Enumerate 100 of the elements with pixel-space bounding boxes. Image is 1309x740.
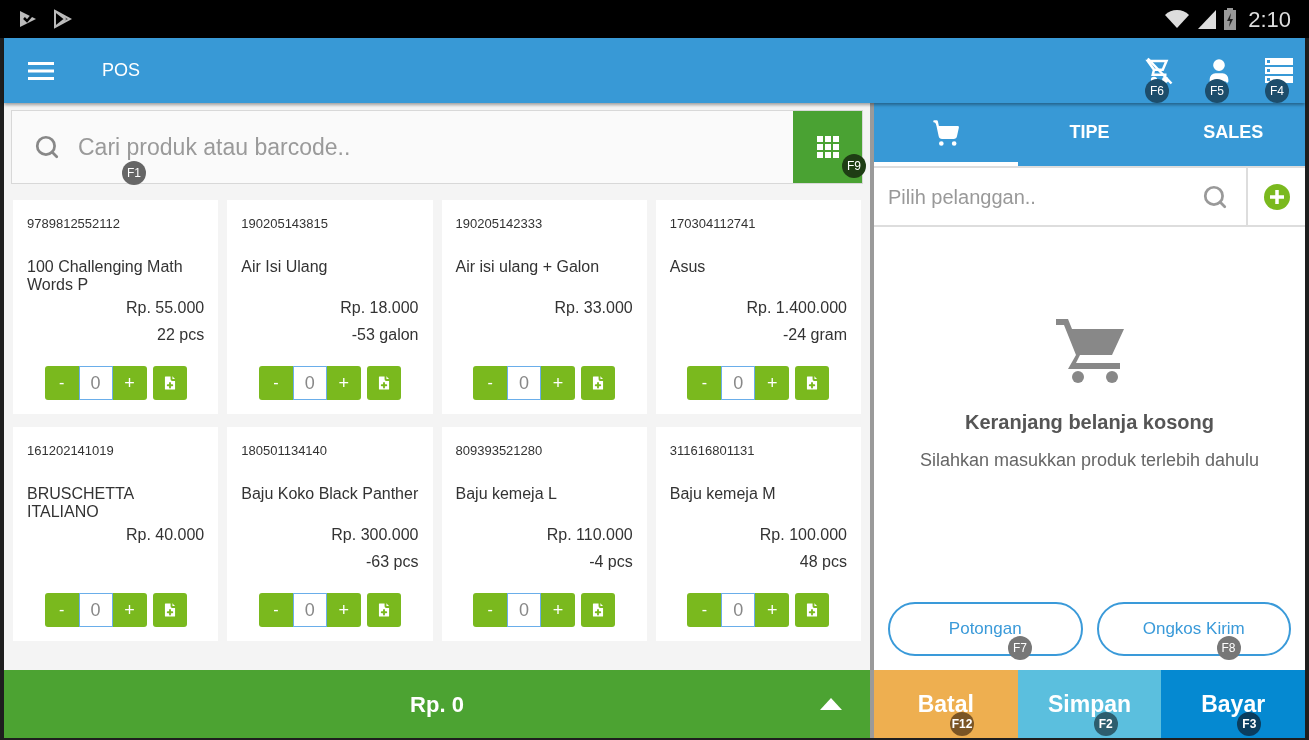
add-note-button[interactable] xyxy=(795,366,830,400)
decrease-button[interactable]: - xyxy=(44,593,79,627)
increase-button[interactable]: + xyxy=(326,593,361,627)
product-card[interactable]: 311616801131 Baju kemeja M Rp. 100.000 48 pcs - 0 + xyxy=(655,427,861,641)
product-name: Baju kemeja L xyxy=(455,485,558,504)
product-stock: 48 pcs xyxy=(799,552,847,572)
increase-button[interactable]: + xyxy=(112,593,147,627)
product-card[interactable]: 809393521280 Baju kemeja L Rp. 110.000 -4 pcs - 0 + xyxy=(441,427,647,641)
decrease-button[interactable]: - xyxy=(258,366,293,400)
total-amount: Rp. 0 xyxy=(410,690,464,719)
quantity-field[interactable]: 0 xyxy=(507,593,542,627)
cancel-button[interactable]: Batal F12 xyxy=(874,670,1018,738)
pay-button[interactable]: Bayar F3 xyxy=(1161,670,1305,738)
product-price: Rp. 55.000 xyxy=(125,298,205,318)
decrease-button[interactable]: - xyxy=(473,593,508,627)
customer-placeholder: Pilih pelanggan.. xyxy=(888,184,1037,210)
quantity-field[interactable]: 0 xyxy=(507,366,542,400)
search-icon xyxy=(1202,183,1228,210)
product-card[interactable]: 180501134140 Baju Koko Black Panther Rp. 300.000 -63 pcs - 0 + xyxy=(227,427,433,641)
decrease-button[interactable]: - xyxy=(258,593,293,627)
hotkey-badge: F12 xyxy=(950,712,974,736)
product-name: 100 Challenging Math Words P xyxy=(27,258,184,294)
product-stock: -4 pcs xyxy=(589,552,633,572)
product-card[interactable]: 190205143815 Air Isi Ulang Rp. 18.000 -53 galon - 0 + xyxy=(227,200,433,414)
product-price: Rp. 18.000 xyxy=(340,298,419,318)
product-card[interactable]: 190205142333 Air isi ulang + Galon Rp. 33.000 - 0 + xyxy=(441,200,647,414)
quantity-field[interactable]: 0 xyxy=(292,593,327,627)
product-price: Rp. 40.000 xyxy=(125,525,205,545)
add-note-button[interactable] xyxy=(366,593,401,627)
product-name: Air isi ulang + Galon xyxy=(455,258,601,277)
product-stock: -63 pcs xyxy=(366,552,419,572)
product-name: Baju Koko Black Panther xyxy=(241,485,419,504)
list-icon[interactable] xyxy=(1265,57,1293,84)
customer-field[interactable]: Pilih pelanggan.. xyxy=(874,168,1248,225)
product-barcode: 161202141019 xyxy=(27,443,115,459)
signal-icon xyxy=(1198,9,1217,29)
product-card[interactable]: 161202141019 BRUSCHETTA ITALIANO Rp. 40.000 - 0 + xyxy=(13,427,219,641)
decrease-button[interactable]: - xyxy=(473,366,508,400)
decrease-button[interactable]: - xyxy=(687,366,722,400)
add-note-button[interactable] xyxy=(366,366,401,400)
product-name: Air Isi Ulang xyxy=(241,258,329,277)
decrease-button[interactable]: - xyxy=(687,593,722,627)
increase-button[interactable]: + xyxy=(541,593,576,627)
total-bar[interactable]: Rp. 0 xyxy=(4,670,870,738)
add-note-button[interactable] xyxy=(152,366,187,400)
cart-icon xyxy=(931,118,960,147)
product-barcode: 190205142333 xyxy=(455,216,544,232)
add-note-button[interactable] xyxy=(795,593,830,627)
product-price: Rp. 33.000 xyxy=(554,298,633,318)
increase-button[interactable]: + xyxy=(755,593,790,627)
product-barcode: 170304112741 xyxy=(669,216,757,232)
product-barcode: 180501134140 xyxy=(241,443,329,459)
add-note-button[interactable] xyxy=(152,593,187,627)
cart-off-icon[interactable] xyxy=(1144,55,1174,86)
expand-icon[interactable] xyxy=(820,698,842,710)
quantity-field[interactable]: 0 xyxy=(78,366,113,400)
product-price: Rp. 300.000 xyxy=(331,525,419,545)
app-title: POS xyxy=(102,59,140,82)
product-name: BRUSCHETTA ITALIANO xyxy=(27,485,135,521)
increase-button[interactable]: + xyxy=(326,366,361,400)
product-barcode: 809393521280 xyxy=(455,443,544,459)
decrease-button[interactable]: - xyxy=(44,366,79,400)
add-note-button[interactable] xyxy=(581,366,616,400)
quantity-field[interactable]: 0 xyxy=(721,593,756,627)
product-card[interactable]: 170304112741 Asus Rp. 1.400.000 -24 gram - 0 + xyxy=(655,200,861,414)
plus-circle-icon xyxy=(1262,182,1291,211)
wifi-icon xyxy=(1164,9,1191,29)
product-barcode: 9789812552112 xyxy=(27,216,122,232)
increase-button[interactable]: + xyxy=(755,366,790,400)
product-name: Asus xyxy=(669,258,707,277)
hotkey-badge: F6 xyxy=(1145,78,1169,103)
add-note-button[interactable] xyxy=(581,593,616,627)
increase-button[interactable]: + xyxy=(112,366,147,400)
product-barcode: 190205143815 xyxy=(241,216,329,232)
hotkey-badge: F8 xyxy=(1216,636,1241,660)
play-store-icon xyxy=(52,9,72,29)
clock: 2:10 xyxy=(1248,5,1291,34)
empty-cart-message: Silahkan masukkan produk terlebih dahulu xyxy=(919,449,1260,472)
empty-cart-title: Keranjang belanja kosong xyxy=(965,410,1214,435)
quantity-field[interactable]: 0 xyxy=(78,593,113,627)
product-price: Rp. 100.000 xyxy=(759,525,847,545)
save-button[interactable]: Simpan F2 xyxy=(1017,670,1162,738)
increase-button[interactable]: + xyxy=(541,366,576,400)
check-flag-icon xyxy=(18,9,38,29)
tab[interactable]: SALES xyxy=(1161,103,1305,166)
quantity-field[interactable]: 0 xyxy=(292,366,327,400)
product-stock: -53 galon xyxy=(351,325,419,345)
product-price: Rp. 110.000 xyxy=(546,525,633,545)
product-name: Baju kemeja M xyxy=(669,485,777,504)
product-card[interactable]: 9789812552112 100 Challenging Math Words P Rp. 55.000 22 pcs - 0 + xyxy=(13,200,219,414)
quantity-field[interactable]: 0 xyxy=(721,366,756,400)
product-barcode: 311616801131 xyxy=(669,443,756,459)
hotkey-badge: F7 xyxy=(1008,636,1032,660)
product-stock: 22 pcs xyxy=(157,325,205,345)
menu-icon[interactable] xyxy=(28,60,54,81)
tab[interactable]: TIPE xyxy=(1017,103,1162,166)
product-price: Rp. 1.400.000 xyxy=(746,298,847,318)
battery-icon xyxy=(1224,8,1237,30)
hotkey-badge: F5 xyxy=(1205,78,1229,103)
product-stock: -24 gram xyxy=(782,325,847,345)
